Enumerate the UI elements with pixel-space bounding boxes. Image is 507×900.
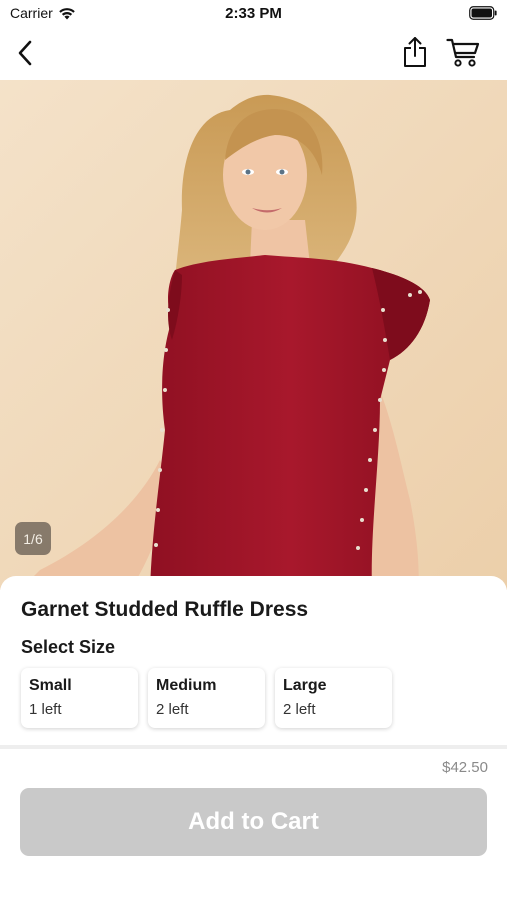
share-icon (404, 37, 426, 67)
add-to-cart-button[interactable]: Add to Cart (20, 788, 487, 856)
size-stock: 2 left (283, 701, 316, 718)
cart-icon (446, 38, 480, 67)
navigation-bar (0, 26, 507, 80)
battery-icon (469, 6, 497, 20)
product-price: $42.50 (442, 759, 488, 776)
cart-button[interactable] (445, 36, 481, 68)
size-heading: Select Size (21, 637, 116, 657)
size-name: Large (283, 677, 327, 694)
size-stock: 1 left (29, 701, 62, 718)
product-image-gallery[interactable] (0, 80, 507, 590)
status-bar: Carrier 2:33 PM (0, 0, 507, 26)
footer-divider (0, 745, 507, 749)
back-button[interactable] (10, 38, 40, 68)
size-name: Small (29, 677, 72, 694)
size-name: Medium (156, 677, 217, 694)
image-page-counter: 1/6 (15, 522, 51, 555)
chevron-left-icon (18, 40, 32, 66)
product-photo (0, 80, 507, 590)
product-details-sheet: Garnet Studded Ruffle Dress Select Size … (0, 576, 507, 748)
size-stock: 2 left (156, 701, 189, 718)
share-button[interactable] (400, 35, 430, 69)
size-option-small[interactable]: Small 1 left (21, 668, 138, 728)
size-option-medium[interactable]: Medium 2 left (148, 668, 265, 728)
size-option-large[interactable]: Large 2 left (275, 668, 392, 728)
status-time: 2:33 PM (225, 5, 282, 22)
product-title: Garnet Studded Ruffle Dress (21, 598, 309, 621)
